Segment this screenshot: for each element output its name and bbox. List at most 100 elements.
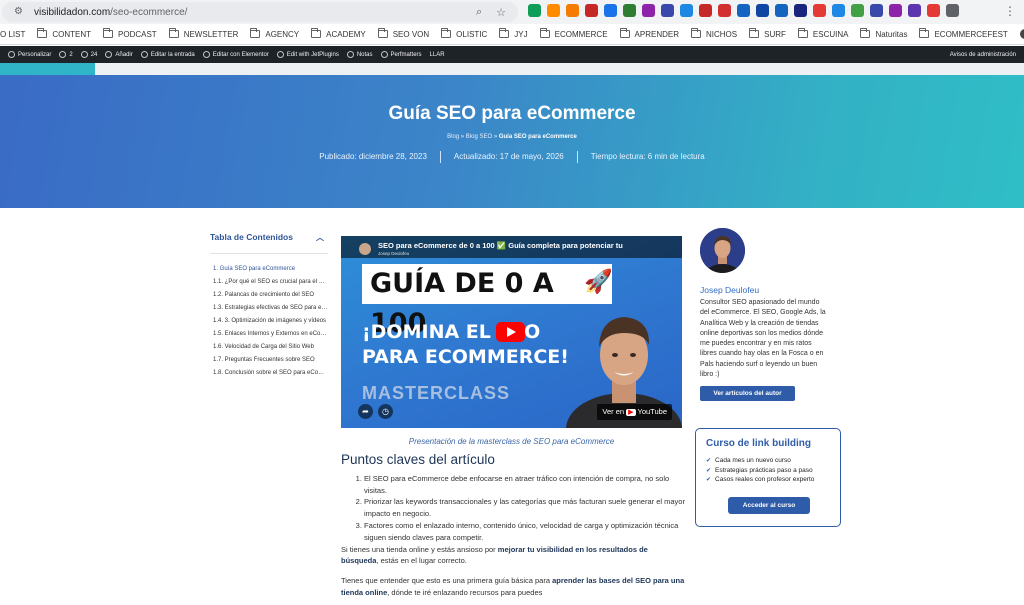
toc-item[interactable]: 1.3. Estrategias efectivas de SEO para e… xyxy=(210,302,328,315)
bookmark-item[interactable]: AGENCY xyxy=(250,28,300,39)
bookmark-item[interactable]: ACADEMY xyxy=(311,28,366,39)
extension-icon[interactable] xyxy=(642,4,655,17)
admin-item-label: Perfmatters xyxy=(390,51,422,58)
browser-menu-icon[interactable]: ⋮ xyxy=(1004,4,1016,18)
bookmark-item[interactable]: ECOMMERCEFEST xyxy=(919,28,1008,39)
extension-icon[interactable] xyxy=(794,4,807,17)
extension-icon[interactable] xyxy=(870,4,883,17)
extension-icon[interactable] xyxy=(528,4,541,17)
extension-icon[interactable] xyxy=(604,4,617,17)
video-title[interactable]: SEO para eCommerce de 0 a 100 ✅ Guía com… xyxy=(378,241,623,250)
bookmark-star-icon[interactable]: ☆ xyxy=(496,6,506,19)
folder-icon xyxy=(103,28,114,38)
bookmark-label: JYJ xyxy=(514,29,528,39)
toc-item[interactable]: 1.1. ¿Por qué el SEO es crucial para el … xyxy=(210,276,328,289)
site-info-icon[interactable]: ⚙ xyxy=(14,6,26,18)
course-title: Curso de link building xyxy=(706,438,811,449)
admin-item-icon xyxy=(346,51,354,58)
bookmark-item[interactable]: NEWSLETTER xyxy=(168,28,238,39)
admin-item-label: Añadir xyxy=(115,51,133,58)
share-icon[interactable]: ➦ xyxy=(358,404,373,419)
extension-icon[interactable] xyxy=(851,4,864,17)
admin-bar-item[interactable]: 24 xyxy=(80,51,97,58)
admin-bar-item[interactable]: LLAR xyxy=(430,52,445,58)
author-box: Josep Deulofeu Consultor SEO apasionado … xyxy=(700,228,830,402)
extension-icon[interactable] xyxy=(927,4,940,17)
extension-icon[interactable] xyxy=(566,4,579,17)
extension-icon[interactable] xyxy=(832,4,845,17)
admin-bar-item[interactable]: 2 xyxy=(59,51,73,58)
admin-item-icon xyxy=(80,51,88,58)
admin-bar-item[interactable]: Edit with JetPlugins xyxy=(276,51,339,58)
toc-item[interactable]: 1.4. 3. Optimización de imágenes y vídeo… xyxy=(210,315,328,328)
table-of-contents: Tabla de Contenidos ︿ 1. Guía SEO para e… xyxy=(210,232,328,380)
extension-icon[interactable] xyxy=(585,4,598,17)
author-articles-button[interactable]: Ver artículos del autor xyxy=(700,386,795,402)
author-avatar[interactable] xyxy=(700,228,745,273)
extension-icon[interactable] xyxy=(946,4,959,17)
bookmark-item[interactable]: OLISTIC xyxy=(441,28,488,39)
youtube-play-button[interactable] xyxy=(496,322,525,342)
address-bar[interactable]: ⚙ visibilidadon.com/seo-ecommerce/ ⌕ ☆ xyxy=(2,2,518,22)
bookmarks-bar: O LIST CONTENT PODCAST NEWSLETTER AGENCY ACAD… xyxy=(0,24,1024,45)
bookmark-item[interactable]: Análisis del SEO de... xyxy=(1019,29,1024,39)
channel-avatar[interactable] xyxy=(359,243,371,255)
extension-icon[interactable] xyxy=(889,4,902,17)
extension-icon[interactable] xyxy=(775,4,788,17)
bookmark-label: OLISTIC xyxy=(456,29,488,39)
toc-item[interactable]: 1.8. Conclusión sobre el SEO para eComme… xyxy=(210,367,328,380)
admin-bar-item[interactable]: Personalizar xyxy=(8,51,51,58)
toc-item[interactable]: 1. Guía SEO para eCommerce xyxy=(210,263,328,276)
admin-bar-item[interactable]: Notas xyxy=(346,51,373,58)
course-access-button[interactable]: Acceder al curso xyxy=(728,497,810,514)
video-channel[interactable]: Josep Deulofeu xyxy=(378,251,409,256)
toc-item[interactable]: 1.5. Enlaces Internos y Externos en eCom… xyxy=(210,328,328,341)
toc-item[interactable]: 1.6. Velocidad de Carga del Sitio Web xyxy=(210,341,328,354)
bookmark-item[interactable]: SURF xyxy=(749,28,786,39)
bookmark-item[interactable]: JYJ xyxy=(499,28,528,39)
admin-item-label: LLAR xyxy=(429,51,445,58)
chevron-up-icon[interactable]: ︿ xyxy=(316,232,324,243)
extension-icon[interactable] xyxy=(680,4,693,17)
admin-bar-item[interactable]: Editar con Elementor xyxy=(202,51,269,58)
toc-item[interactable]: 1.2. Palancas de crecimiento del SEO xyxy=(210,289,328,302)
bookmark-item[interactable]: ESCUINA xyxy=(797,28,848,39)
watch-later-icon[interactable]: ◷ xyxy=(378,404,393,419)
admin-item-label: Notas xyxy=(356,51,373,58)
extension-icon[interactable] xyxy=(718,4,731,17)
bookmark-item[interactable]: CONTENT xyxy=(37,28,91,39)
watch-on-youtube-button[interactable]: Ver en ▶ YouTube xyxy=(597,404,672,420)
extension-icon[interactable] xyxy=(699,4,712,17)
admin-bar-item[interactable]: Editar la entrada xyxy=(140,51,195,58)
extension-icon[interactable] xyxy=(813,4,826,17)
toc-header[interactable]: Tabla de Contenidos ︿ xyxy=(210,232,328,254)
extension-icon[interactable] xyxy=(756,4,769,17)
extension-icon[interactable] xyxy=(661,4,674,17)
extension-icon[interactable] xyxy=(737,4,750,17)
key-points-heading: Puntos claves del artículo xyxy=(341,452,495,467)
breadcrumb-blog[interactable]: Blog xyxy=(447,134,459,140)
toc-item[interactable]: 1.7. Preguntas Frecuentes sobre SEO xyxy=(210,354,328,367)
bookmark-item[interactable]: APRENDER xyxy=(619,28,679,39)
bookmark-item[interactable]: NICHOS xyxy=(690,28,737,39)
bookmark-item[interactable]: Naturitas xyxy=(860,28,907,39)
bookmark-item[interactable]: PODCAST xyxy=(103,28,157,39)
bookmark-item[interactable]: SEO VON xyxy=(377,28,429,39)
extension-icon[interactable] xyxy=(547,4,560,17)
admin-notices-link[interactable]: Avisos de administración xyxy=(950,52,1016,58)
bookmark-item[interactable]: ECOMMERCE xyxy=(539,28,608,39)
zoom-search-icon[interactable]: ⌕ xyxy=(476,6,482,19)
url-text[interactable]: visibilidadon.com/seo-ecommerce/ xyxy=(34,7,187,18)
breadcrumb-blog-seo[interactable]: Blog SEO xyxy=(466,134,492,140)
extensions-area xyxy=(528,4,959,17)
video-embed[interactable]: SEO para eCommerce de 0 a 100 ✅ Guía com… xyxy=(341,236,682,428)
admin-bar-item[interactable]: Añadir xyxy=(105,51,133,58)
extension-icon[interactable] xyxy=(623,4,636,17)
toc-title: Tabla de Contenidos xyxy=(210,232,293,242)
extension-icon[interactable] xyxy=(908,4,921,17)
author-name[interactable]: Josep Deulofeu xyxy=(700,285,830,296)
bookmark-item[interactable]: O LIST xyxy=(0,30,25,39)
admin-bar-item[interactable]: Perfmatters xyxy=(380,51,422,58)
globe-icon xyxy=(1019,29,1024,39)
bookmark-label: AGENCY xyxy=(265,29,300,39)
